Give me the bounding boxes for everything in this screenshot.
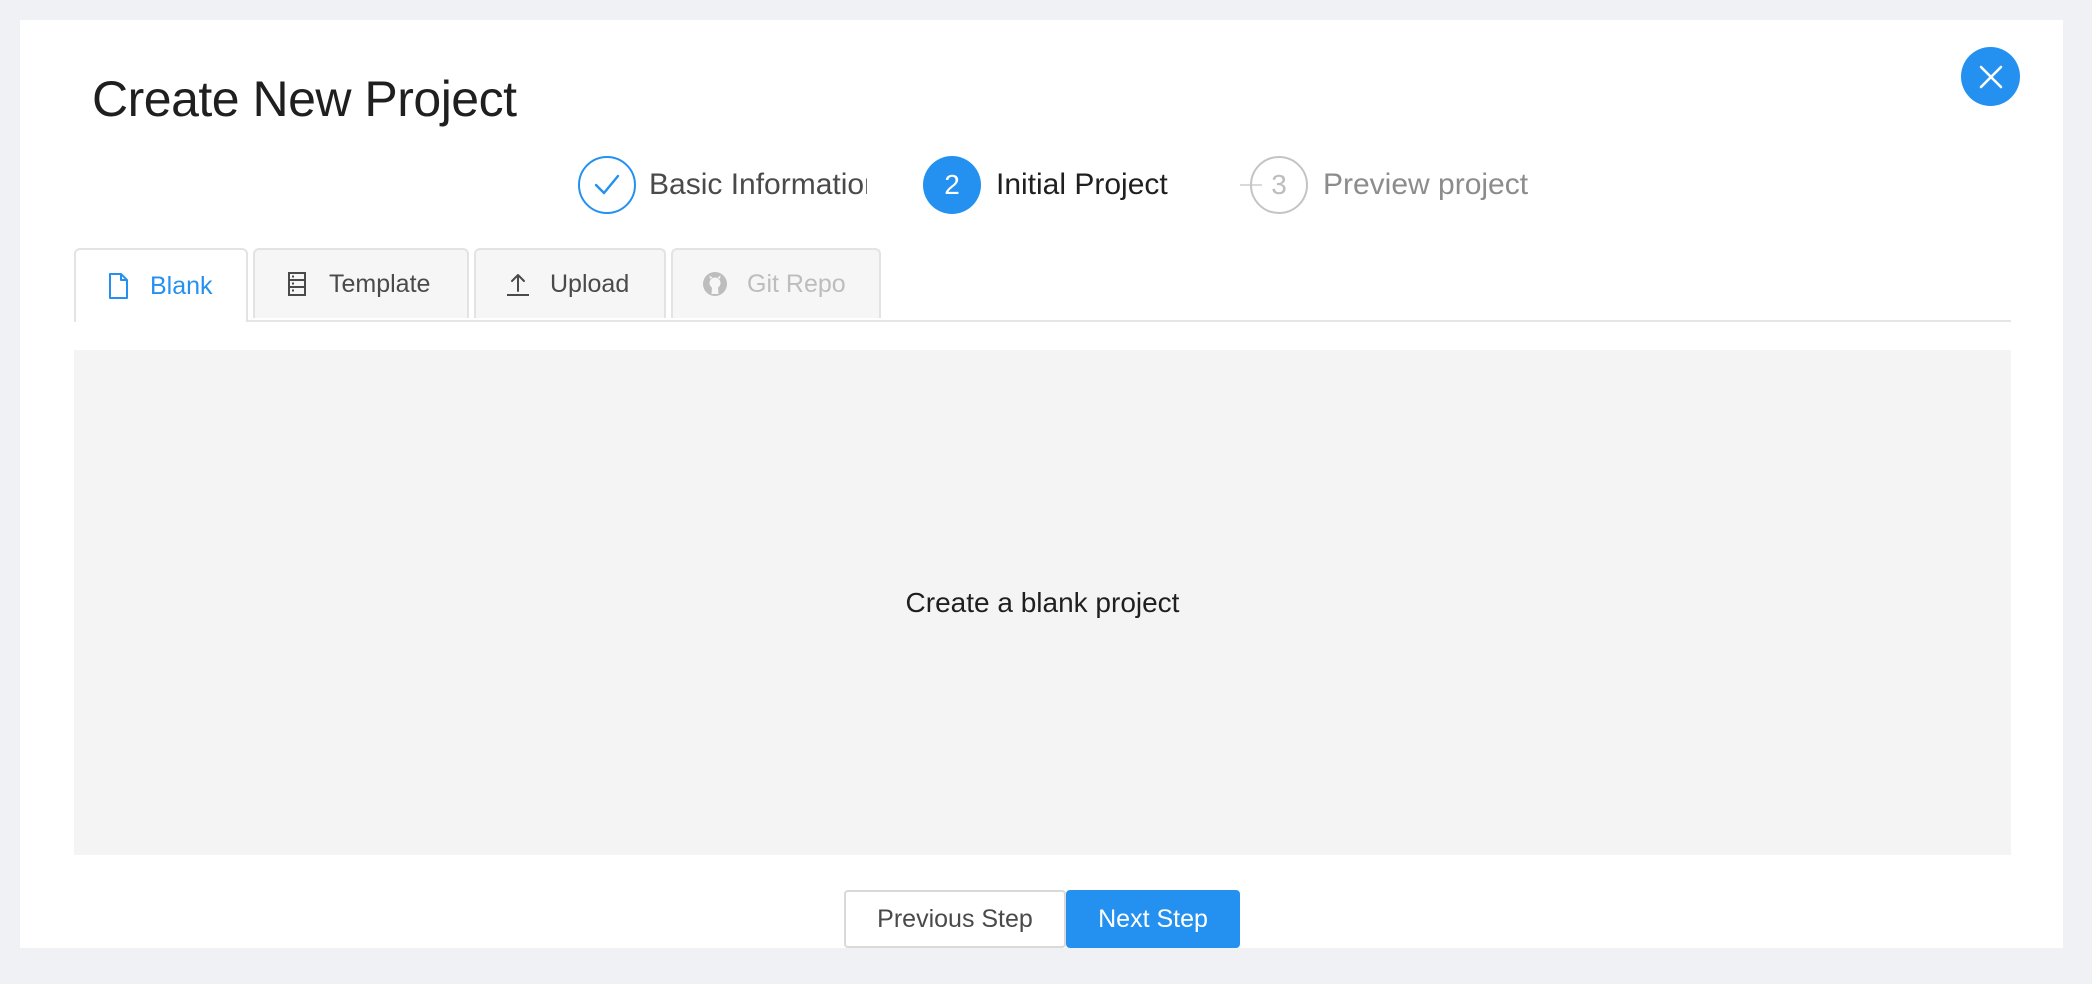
tab-bar: Blank Template Upload Git Repo xyxy=(74,248,2011,322)
step-3-label: Preview project xyxy=(1323,168,1529,201)
step-1-circle xyxy=(578,156,636,214)
previous-step-button[interactable]: Previous Step xyxy=(844,890,1066,948)
step-2-circle: 2 xyxy=(923,156,981,214)
check-icon xyxy=(594,174,620,195)
tab-template-label: Template xyxy=(329,269,431,298)
step-3-circle: 3 xyxy=(1250,156,1308,214)
blank-project-panel: Create a blank project xyxy=(74,350,2011,855)
close-icon xyxy=(1979,65,2002,88)
stepper: Basic Information 2 Initial Project 3 Pr… xyxy=(578,156,1558,214)
upload-icon xyxy=(504,270,532,298)
tab-blank-label: Blank xyxy=(150,271,213,300)
github-icon xyxy=(701,270,729,298)
create-project-modal: Create New Project Basic Information 2 I… xyxy=(20,20,2063,948)
tab-template[interactable]: Template xyxy=(253,248,469,318)
tab-git-repo-label: Git Repo xyxy=(747,269,846,298)
file-icon xyxy=(104,272,132,300)
next-step-button[interactable]: Next Step xyxy=(1066,890,1240,948)
tab-blank[interactable]: Blank xyxy=(74,248,248,322)
template-icon xyxy=(283,270,311,298)
tab-upload-label: Upload xyxy=(550,269,630,298)
tab-git-repo: Git Repo xyxy=(671,248,881,318)
close-button[interactable] xyxy=(1961,47,2020,106)
step-2-label: Initial Project xyxy=(996,168,1168,201)
step-1-label: Basic Information xyxy=(649,168,867,201)
panel-text: Create a blank project xyxy=(905,586,1180,618)
tab-upload[interactable]: Upload xyxy=(474,248,666,318)
modal-title: Create New Project xyxy=(92,71,517,127)
